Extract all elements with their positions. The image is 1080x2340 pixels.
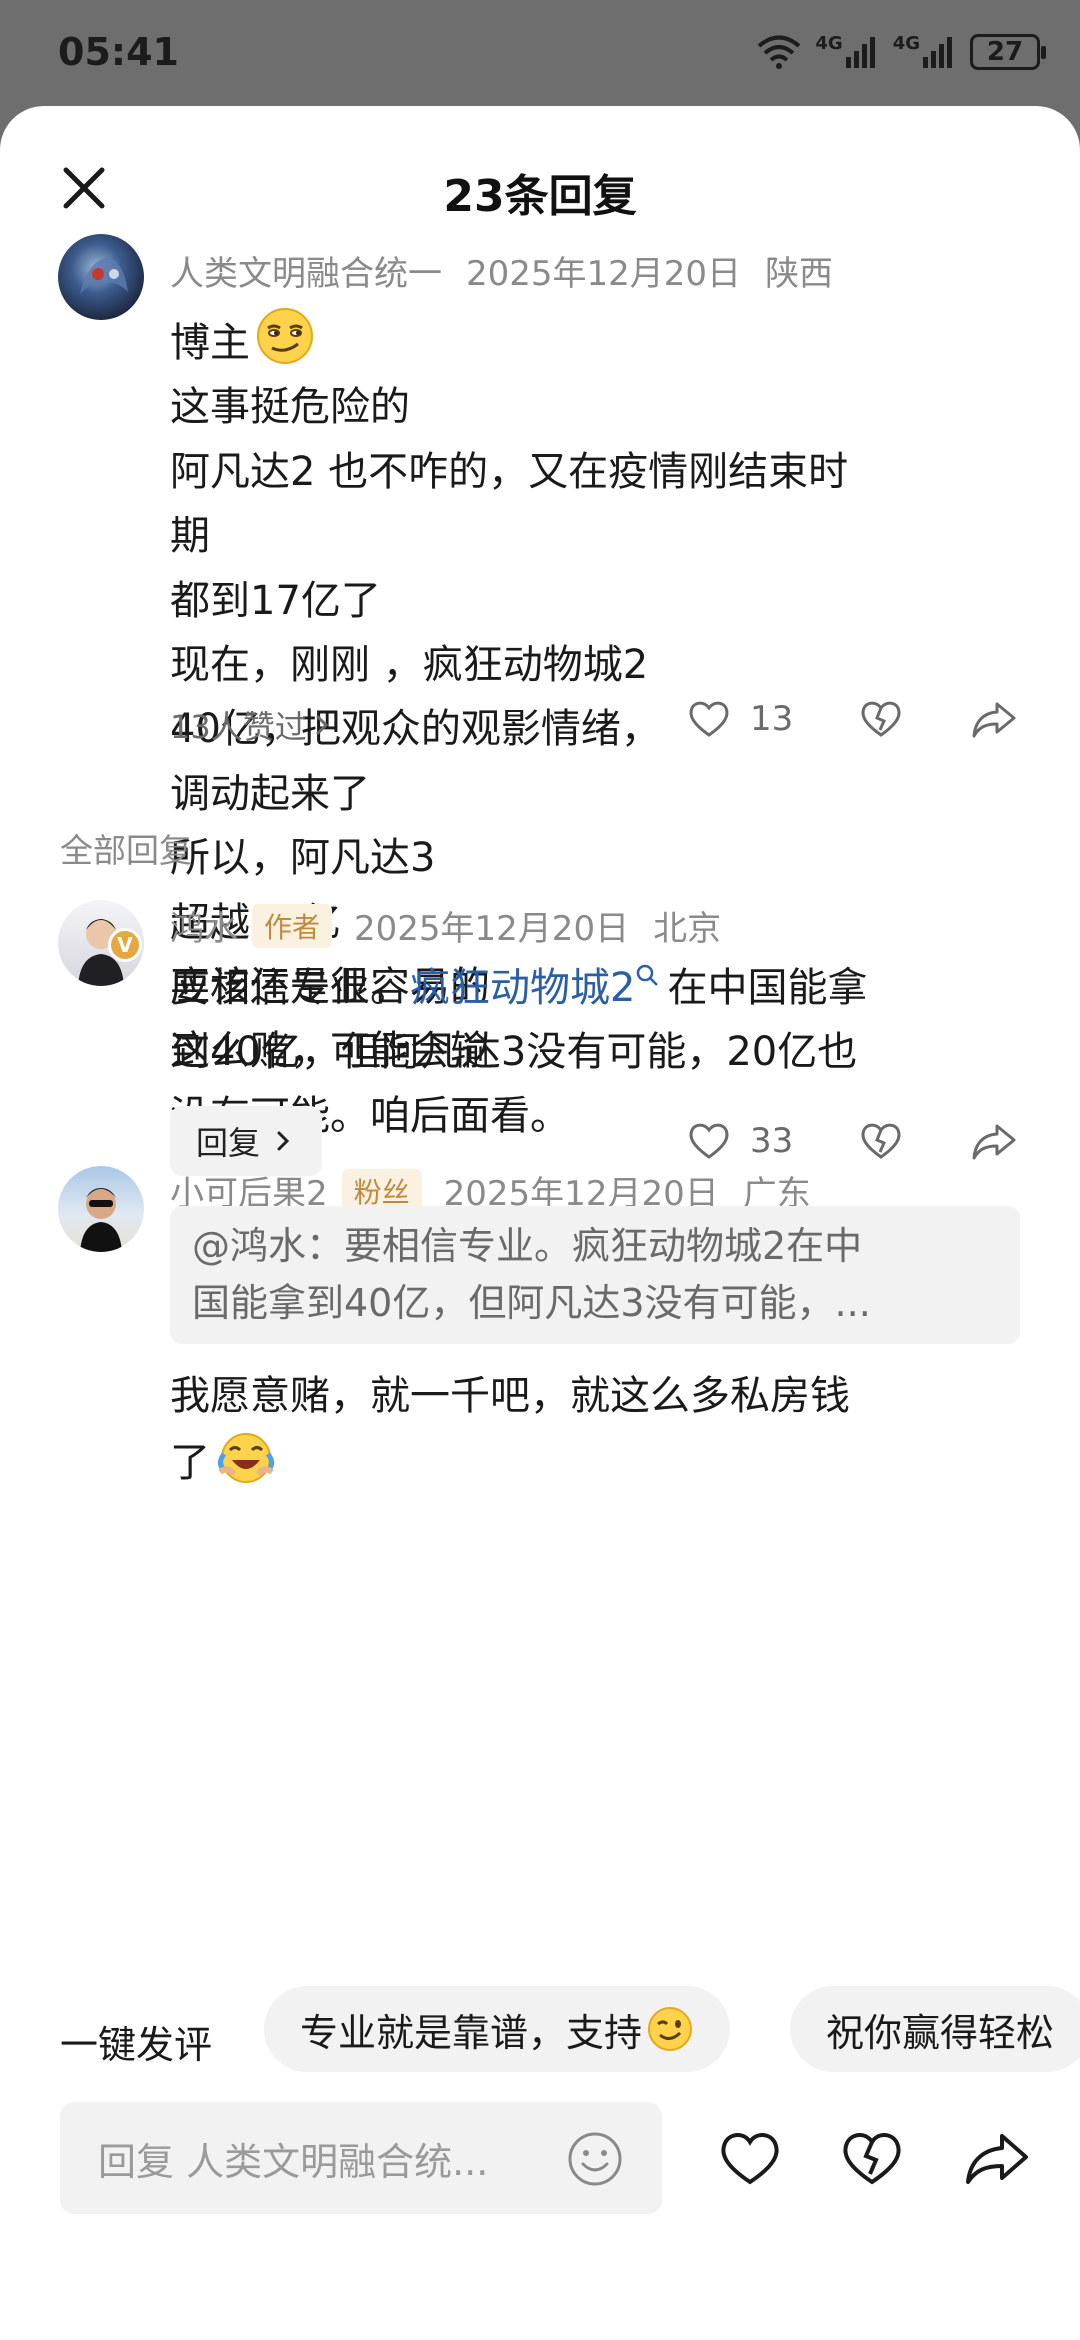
share-button[interactable] bbox=[970, 1118, 1018, 1164]
reply-meta: 鸿水 作者 2025年12月20日 北京 bbox=[170, 901, 721, 950]
smirk-emoji-icon bbox=[252, 306, 318, 366]
dislike-button[interactable] bbox=[858, 696, 904, 742]
like-button[interactable]: 13 bbox=[686, 696, 793, 742]
share-icon bbox=[966, 2134, 1028, 2184]
comment-line: 都到17亿了 bbox=[170, 577, 381, 624]
quick-comment-chip[interactable]: 祝你赢得轻松 bbox=[790, 1986, 1080, 2072]
like-button[interactable]: 33 bbox=[686, 1118, 793, 1164]
sheet-header: 23条回复 bbox=[0, 106, 1080, 236]
dislike-button[interactable] bbox=[858, 1118, 904, 1164]
broken-heart-icon bbox=[843, 2133, 901, 2185]
share-icon bbox=[972, 1124, 1016, 1160]
avatar[interactable] bbox=[58, 234, 144, 320]
reply-date: 2025年12月20日 bbox=[354, 909, 630, 949]
comment-line: 现在，刚刚 ，疯狂动物城2 bbox=[170, 642, 649, 689]
comment-line: 调动起来了 bbox=[170, 770, 370, 817]
comment-location: 陕西 bbox=[765, 254, 834, 294]
quick-comment-label: 一键发评 bbox=[60, 2023, 213, 2067]
heart-icon bbox=[721, 2133, 779, 2185]
replies-sheet: 23条回复 人类文明融合统一 2025年12月20日 陕西 博主 这事挺危险的 … bbox=[0, 106, 1080, 2340]
battery-icon: 27 bbox=[970, 34, 1046, 70]
likes-summary-link[interactable]: 13人赞过 bbox=[170, 702, 337, 748]
like-count: 13 bbox=[750, 699, 794, 739]
search-icon bbox=[637, 964, 659, 986]
smiley-icon bbox=[568, 2132, 622, 2186]
share-post-button[interactable] bbox=[962, 2126, 1032, 2194]
reply-line: 要相信专业。疯狂动物城2 在中国能拿 bbox=[170, 964, 868, 1011]
section-label: 全部回复 bbox=[60, 831, 192, 870]
status-icons: 4G 4G 27 bbox=[757, 30, 1046, 74]
reply-line: 到40亿，但阿凡达3没有可能，20亿也 bbox=[170, 1029, 858, 1075]
comment-line: 所以，阿凡达3 bbox=[170, 835, 436, 882]
author-badge: 作者 bbox=[252, 903, 333, 948]
verified-badge-icon: V bbox=[108, 928, 142, 962]
heart-icon bbox=[689, 1123, 729, 1159]
comment-meta: 人类文明融合统一 2025年12月20日 陕西 bbox=[170, 246, 833, 295]
crying-laughing-emoji-icon bbox=[214, 1428, 278, 1484]
wifi-icon bbox=[757, 35, 801, 69]
quoted-reply[interactable]: @鸿水：要相信专业。疯狂动物城2在中 国能拿到40亿，但阿凡达3没有可能，... bbox=[170, 1206, 1020, 1344]
reply-body: 我愿意赌，就一千吧，就这么多私房钱 了 bbox=[170, 1364, 1030, 1495]
topic-link[interactable]: 疯狂动物城2 bbox=[410, 964, 661, 1011]
broken-heart-icon bbox=[861, 1123, 901, 1159]
heart-icon bbox=[689, 701, 729, 737]
reply-line: 我愿意赌，就一千吧，就这么多私房钱 bbox=[170, 1373, 850, 1419]
quote-line: 国能拿到40亿，但阿凡达3没有可能，... bbox=[192, 1281, 871, 1325]
chevron-right-icon bbox=[316, 715, 328, 735]
reply-author[interactable]: 鸿水 bbox=[170, 901, 238, 950]
comment-line: 这事挺危险的 bbox=[170, 384, 410, 431]
reply-line: 了 bbox=[170, 1428, 1030, 1495]
network-type-2: 4G bbox=[892, 33, 920, 54]
battery-level: 27 bbox=[986, 37, 1024, 67]
quick-comment-chip[interactable]: 专业就是靠谱，支持 bbox=[264, 1986, 731, 2072]
comment-date: 2025年12月20日 bbox=[466, 254, 742, 294]
quick-comment-bar: 一键发评 专业就是靠谱，支持 祝你赢得轻松 bbox=[0, 1986, 1080, 2096]
comment-line: 阿凡达2 也不咋的，又在疫情刚结束时 bbox=[170, 448, 849, 495]
status-time: 05:41 bbox=[58, 30, 179, 74]
dislike-post-button[interactable] bbox=[838, 2126, 906, 2194]
reply-input[interactable]: 回复 人类文明融合统... bbox=[60, 2102, 662, 2214]
emoji-button[interactable] bbox=[566, 2130, 624, 2188]
likes-summary-text: 13人赞过 bbox=[170, 708, 307, 746]
comment-line: 期 bbox=[170, 513, 210, 560]
reply-input-bar: 回复 人类文明融合统... bbox=[0, 2086, 1080, 2234]
share-icon bbox=[972, 702, 1016, 738]
share-button[interactable] bbox=[970, 696, 1018, 742]
comment-line: 博主 bbox=[170, 306, 1030, 375]
comment-author[interactable]: 人类文明融合统一 bbox=[170, 246, 442, 295]
avatar[interactable] bbox=[58, 1166, 144, 1252]
broken-heart-icon bbox=[861, 701, 901, 737]
reply-location: 北京 bbox=[653, 909, 722, 949]
like-post-button[interactable] bbox=[716, 2126, 784, 2194]
cellular-signal-icon: 4G bbox=[815, 35, 878, 69]
comment-actions: 13人赞过 13 bbox=[0, 690, 1080, 760]
wink-emoji-icon bbox=[646, 2005, 694, 2053]
quote-line: @鸿水：要相信专业。疯狂动物城2在中 bbox=[192, 1224, 863, 1268]
sheet-title: 23条回复 bbox=[443, 171, 637, 222]
reply-input-placeholder: 回复 人类文明融合统... bbox=[98, 2139, 489, 2184]
status-bar: 05:41 4G 4G 27 bbox=[0, 0, 1080, 106]
cellular-signal-icon-2: 4G bbox=[893, 35, 956, 69]
network-type-1: 4G bbox=[815, 33, 843, 54]
like-count: 33 bbox=[750, 1121, 794, 1161]
